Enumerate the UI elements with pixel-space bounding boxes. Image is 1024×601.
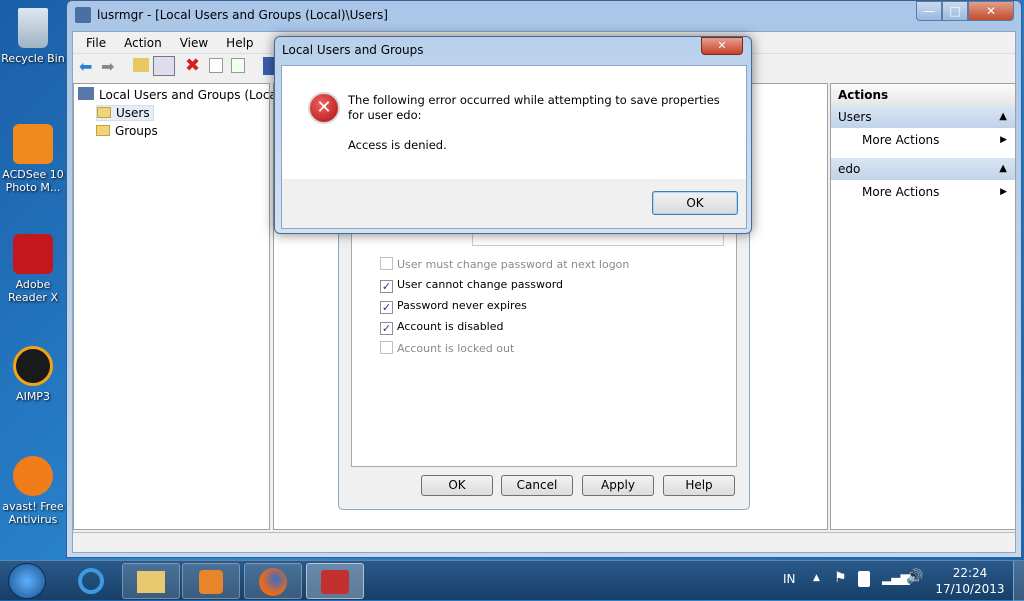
checkbox-account-locked-out[interactable]: Account is locked out bbox=[380, 341, 514, 355]
taskbar-windows-explorer[interactable] bbox=[122, 563, 180, 599]
tree-item-groups[interactable]: Groups bbox=[78, 122, 265, 140]
menu-action[interactable]: Action bbox=[115, 33, 171, 53]
media-player-icon bbox=[199, 570, 223, 594]
error-body: ✕ The following error occurred while att… bbox=[281, 65, 747, 229]
export-list-icon[interactable] bbox=[231, 58, 245, 73]
forward-icon[interactable]: ➡ bbox=[101, 57, 114, 76]
actions-section-users[interactable]: Users ▲ bbox=[831, 106, 1015, 128]
power-icon[interactable] bbox=[858, 571, 870, 587]
error-detail: Access is denied. bbox=[348, 138, 447, 152]
taskbar-internet-explorer[interactable] bbox=[62, 563, 120, 599]
up-folder-icon[interactable] bbox=[133, 58, 149, 72]
properties-apply-button[interactable]: Apply bbox=[582, 475, 654, 496]
taskbar: IN ▲ ⚑ ▂▄▆ 🔊 22:24 17/10/2013 bbox=[0, 560, 1024, 601]
properties-cancel-button[interactable]: Cancel bbox=[501, 475, 573, 496]
checkbox-must-change-password[interactable]: User must change password at next logon bbox=[380, 257, 629, 271]
start-button[interactable] bbox=[8, 563, 46, 599]
app-icon bbox=[75, 7, 91, 23]
error-close-button[interactable]: ✕ bbox=[701, 37, 743, 55]
maximize-button[interactable]: □ bbox=[942, 1, 968, 21]
collapse-icon[interactable]: ▲ bbox=[999, 106, 1007, 128]
show-hide-tree-icon[interactable] bbox=[153, 56, 175, 76]
actions-section-edo[interactable]: edo ▲ bbox=[831, 158, 1015, 180]
more-actions-edo[interactable]: More Actions ▶ bbox=[831, 180, 1015, 204]
collapse-icon[interactable]: ▲ bbox=[999, 158, 1007, 180]
volume-icon[interactable]: 🔊 bbox=[906, 569, 923, 585]
action-center-flag-icon[interactable]: ⚑ bbox=[834, 570, 847, 586]
error-content: ✕ The following error occurred while att… bbox=[282, 66, 746, 179]
computer-management-icon bbox=[321, 570, 349, 594]
menu-help[interactable]: Help bbox=[217, 33, 262, 53]
actions-header: Actions bbox=[831, 84, 1015, 106]
delete-icon[interactable]: ✖ bbox=[185, 55, 200, 76]
windows-explorer-icon bbox=[137, 571, 165, 593]
minimize-button[interactable]: — bbox=[916, 1, 942, 21]
adobe-reader-icon bbox=[13, 234, 53, 274]
taskbar-firefox[interactable] bbox=[244, 563, 302, 599]
show-hidden-icons-icon[interactable]: ▲ bbox=[813, 573, 820, 583]
avast-icon bbox=[13, 456, 53, 496]
computer-users-icon bbox=[78, 87, 94, 100]
properties-ok-button[interactable]: OK bbox=[421, 475, 493, 496]
recycle-bin-icon bbox=[18, 8, 48, 48]
firefox-icon bbox=[259, 568, 287, 596]
tree-root[interactable]: Local Users and Groups (Local) bbox=[78, 86, 285, 104]
taskbar-computer-management[interactable] bbox=[306, 563, 364, 599]
more-actions-users[interactable]: More Actions ▶ bbox=[831, 128, 1015, 152]
error-dialog: Local Users and Groups ✕ ✕ The following… bbox=[274, 36, 752, 234]
back-icon[interactable]: ⬅ bbox=[79, 57, 92, 76]
error-icon: ✕ bbox=[308, 92, 340, 124]
taskbar-media-player[interactable] bbox=[182, 563, 240, 599]
language-indicator[interactable]: IN bbox=[783, 572, 796, 586]
submenu-arrow-icon: ▶ bbox=[1000, 135, 1007, 145]
actions-pane: Actions Users ▲ More Actions ▶ edo ▲ More A… bbox=[830, 83, 1016, 530]
desktop-icon-adobe-reader[interactable]: Adobe Reader X bbox=[0, 234, 66, 304]
checkbox-password-never-expires[interactable]: ✓ Password never expires bbox=[380, 299, 527, 314]
desktop-icon-recycle-bin[interactable]: Recycle Bin bbox=[0, 8, 66, 65]
desktop-icon-aimp[interactable]: AIMP3 bbox=[0, 346, 66, 403]
status-bar bbox=[73, 532, 1015, 552]
close-button[interactable]: ✕ bbox=[968, 1, 1014, 21]
show-desktop-button[interactable] bbox=[1013, 561, 1024, 601]
checkbox-account-disabled[interactable]: ✓ Account is disabled bbox=[380, 320, 504, 335]
folder-icon bbox=[96, 125, 110, 136]
properties-icon[interactable] bbox=[209, 58, 223, 73]
aimp-icon bbox=[13, 346, 53, 386]
menu-file[interactable]: File bbox=[77, 33, 115, 53]
tree-item-users[interactable]: Users bbox=[78, 104, 265, 122]
tree-pane: Local Users and Groups (Local) Users Gro… bbox=[73, 83, 285, 530]
menu-view[interactable]: View bbox=[171, 33, 217, 53]
properties-help-button[interactable]: Help bbox=[663, 475, 735, 496]
submenu-arrow-icon: ▶ bbox=[1000, 187, 1007, 197]
checkbox-cannot-change-password[interactable]: ✓ User cannot change password bbox=[380, 278, 563, 293]
desktop-icon-acdsee[interactable]: ACDSee 10 Photo M... bbox=[0, 124, 66, 194]
window-title: lusrmgr - [Local Users and Groups (Local… bbox=[97, 8, 388, 22]
error-ok-button[interactable]: OK bbox=[652, 191, 738, 215]
internet-explorer-icon bbox=[78, 568, 104, 594]
folder-icon bbox=[97, 107, 111, 118]
error-dialog-title: Local Users and Groups bbox=[282, 43, 424, 57]
clock[interactable]: 22:24 17/10/2013 bbox=[930, 565, 1010, 597]
error-message: The following error occurred while attem… bbox=[348, 93, 720, 122]
menu-bar: File Action View Help bbox=[77, 33, 263, 53]
desktop-icon-avast[interactable]: avast! Free Antivirus bbox=[0, 456, 66, 526]
acdsee-icon bbox=[13, 124, 53, 164]
